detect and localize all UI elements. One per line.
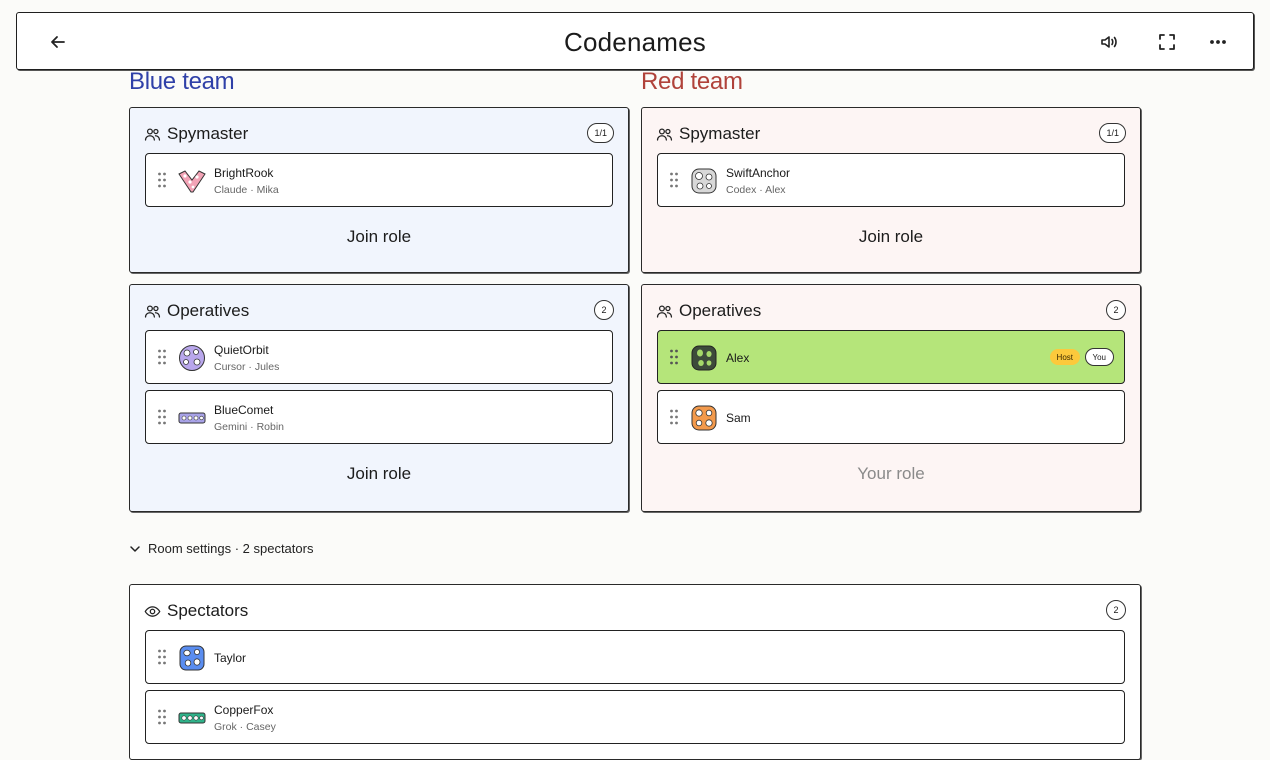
users-icon [656,305,673,318]
role-count-badge: 2 [1106,300,1126,320]
spectator-count-badge: 2 [1106,600,1126,620]
player-name: BrightRook [214,166,274,180]
page-title: Codenames [564,27,706,57]
panel-title: Operatives [679,301,762,320]
you-badge: You [1084,348,1114,366]
drag-handle-icon[interactable] [669,409,679,425]
player-slot[interactable]: Sam [657,390,1125,444]
drag-handle-icon[interactable] [157,649,167,665]
top-bar: Codenames [16,12,1254,70]
join-role-button[interactable]: Join role [130,464,628,484]
users-icon [144,128,161,141]
blue-team-heading: Blue team [129,68,235,95]
red-spymaster-panel: Spymaster 1/1 SwiftAnchor Codex · Alex J… [641,107,1141,273]
drag-handle-icon[interactable] [157,409,167,425]
drag-handle-icon[interactable] [157,172,167,188]
panel-title: Spectators [167,601,249,620]
sound-button[interactable] [1096,29,1122,55]
fullscreen-button[interactable] [1154,29,1180,55]
avatar [178,412,206,424]
player-name: Alex [726,351,750,365]
player-subtitle: Grok · Casey [214,721,276,733]
blue-operatives-panel: Operatives 2 QuietOrbit Cursor · Jules B… [129,284,629,512]
avatar [178,170,206,193]
more-horizontal-icon [1210,40,1226,44]
join-role-button[interactable]: Join role [642,227,1140,247]
more-button[interactable] [1205,29,1231,55]
users-icon [656,128,673,141]
avatar [691,168,717,194]
player-slot[interactable]: BlueComet Gemini · Robin [145,390,613,444]
avatar [179,345,205,371]
player-subtitle: Cursor · Jules [214,361,280,373]
your-role-label: Your role [857,464,925,483]
panel-title: Operatives [167,301,250,320]
fullscreen-icon [1159,34,1175,50]
player-name: BlueComet [214,403,274,417]
player-slot-current-user[interactable]: Alex Host You [657,330,1125,384]
speaker-icon [1101,36,1117,48]
join-role-button[interactable]: Join role [130,227,628,247]
player-name: Taylor [214,651,247,665]
panel-title: Spymaster [167,124,249,143]
panel-header: Operatives [656,301,761,321]
player-slot[interactable]: BrightRook Claude · Mika [145,153,613,207]
spectator-slot[interactable]: CopperFox Grok · Casey [145,690,1125,744]
room-settings-toggle[interactable]: Room settings · 2 spectators [129,541,313,556]
player-name: QuietOrbit [214,343,269,357]
avatar [691,345,717,371]
red-operatives-panel: Operatives 2 Alex Host You Sam Your role [641,284,1141,512]
avatar [179,645,205,671]
player-subtitle: Claude · Mika [214,184,279,196]
blue-spymaster-panel: Spymaster 1/1 BrightRook Claude · Mika J… [129,107,629,273]
drag-handle-icon[interactable] [157,709,167,725]
panel-header: Operatives [144,301,249,321]
role-count-badge: 2 [594,300,614,320]
avatar [691,405,717,431]
red-team-heading: Red team [641,68,743,95]
spectator-slot[interactable]: Taylor [145,630,1125,684]
role-count-badge: 1/1 [587,123,614,143]
role-count-badge: 1/1 [1099,123,1126,143]
panel-title: Spymaster [679,124,761,143]
player-name: Sam [726,411,751,425]
panel-header: Spymaster [144,124,248,144]
player-subtitle: Gemini · Robin [214,421,285,433]
drag-handle-icon[interactable] [157,349,167,365]
panel-header: Spectators [144,601,248,621]
room-settings-label: Room settings · 2 spectators [148,541,314,556]
users-icon [144,305,161,318]
panel-header: Spymaster [656,124,760,144]
drag-handle-icon[interactable] [669,349,679,365]
player-slot[interactable]: SwiftAnchor Codex · Alex [657,153,1125,207]
player-name: CopperFox [214,703,274,717]
avatar [178,712,206,724]
player-slot[interactable]: QuietOrbit Cursor · Jules [145,330,613,384]
host-badge: Host [1049,349,1080,365]
chevron-down-icon [130,545,140,552]
drag-handle-icon[interactable] [669,172,679,188]
player-name: SwiftAnchor [726,166,791,180]
spectators-panel: Spectators 2 Taylor CopperFox Grok · Cas… [129,584,1141,760]
eye-icon [144,605,161,617]
player-subtitle: Codex · Alex [726,184,786,196]
